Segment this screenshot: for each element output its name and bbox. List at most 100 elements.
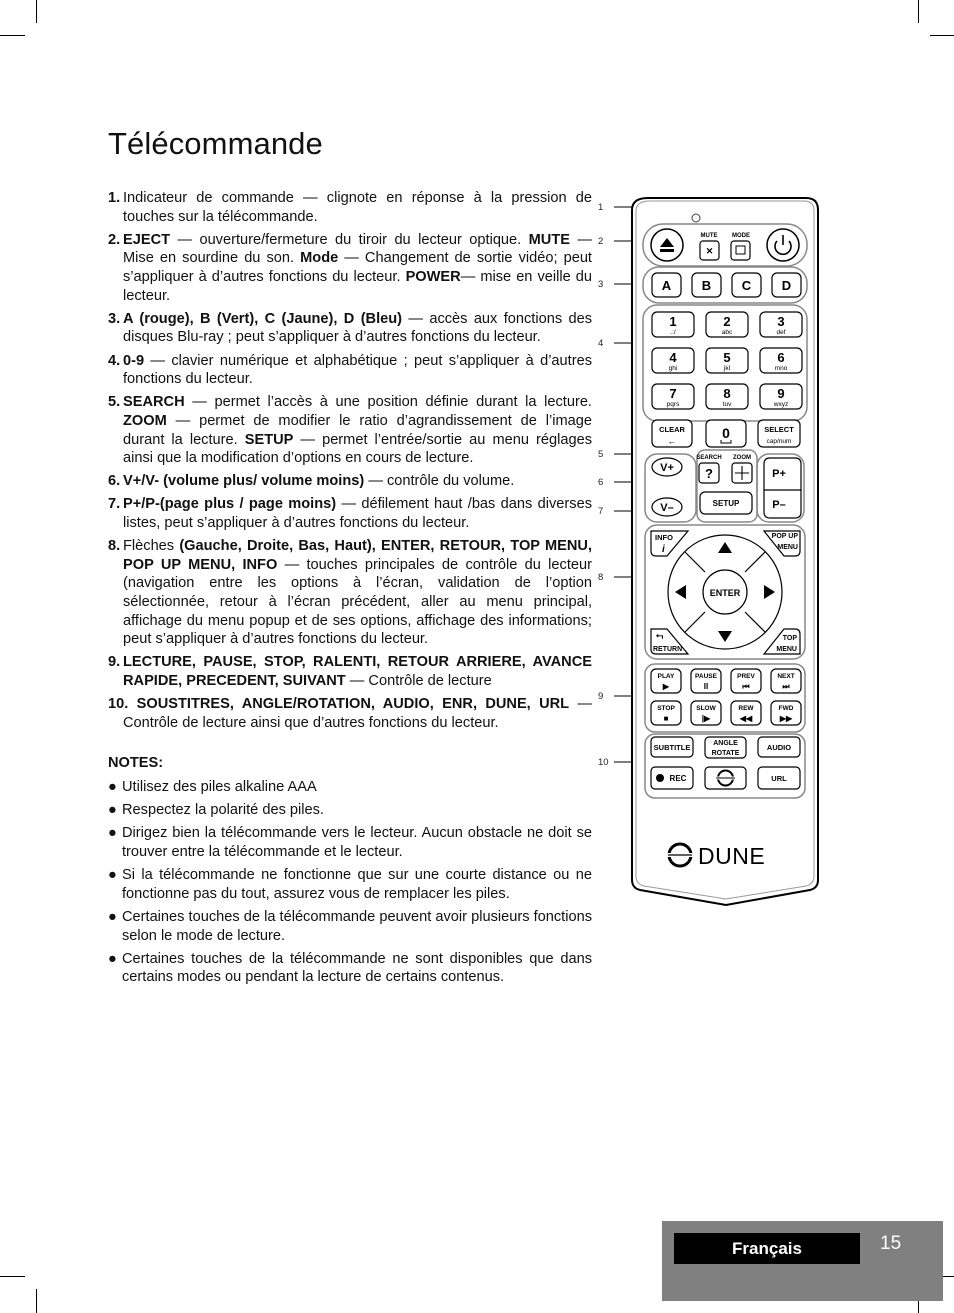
digit-7-button[interactable]: 7pqrs xyxy=(651,383,695,410)
callout-number: 3 xyxy=(598,279,603,290)
svg-text:REC: REC xyxy=(670,774,687,783)
fwd-button[interactable]: FWD ▶▶ xyxy=(770,700,802,726)
svg-text:3: 3 xyxy=(777,314,784,329)
svg-text:TOP: TOP xyxy=(783,635,798,642)
mute-button[interactable]: ✕ xyxy=(699,240,720,261)
svg-text:ghi: ghi xyxy=(669,365,678,372)
mode-button[interactable] xyxy=(730,240,751,261)
stop-button[interactable]: STOP ■ xyxy=(650,700,682,726)
enter-button[interactable]: ENTER xyxy=(702,569,748,615)
zoom-button[interactable] xyxy=(731,462,753,484)
svg-text:A: A xyxy=(662,278,672,293)
svg-text:PAUSE: PAUSE xyxy=(695,673,718,680)
next-button[interactable]: NEXT ⏭ xyxy=(770,668,802,694)
rec-button[interactable]: REC xyxy=(650,766,694,790)
setup-button[interactable]: SETUP xyxy=(699,491,753,515)
svg-text:wxyz: wxyz xyxy=(773,401,788,408)
play-icon: ▶ xyxy=(662,682,670,691)
svg-text:V–: V– xyxy=(660,502,673,514)
svg-text:def: def xyxy=(776,329,785,336)
svg-text:P–: P– xyxy=(772,499,785,511)
svg-text:i: i xyxy=(662,544,665,555)
eject-button[interactable] xyxy=(650,228,684,262)
callout-number: 8 xyxy=(598,572,603,583)
svg-text:PLAY: PLAY xyxy=(658,673,675,680)
svg-text:pqrs: pqrs xyxy=(667,401,680,408)
svg-text:D: D xyxy=(782,278,791,293)
slow-icon: |▶ xyxy=(702,714,711,723)
svg-text:INFO: INFO xyxy=(655,533,673,542)
svg-text:9: 9 xyxy=(777,386,784,401)
digit-5-button[interactable]: 5jkl xyxy=(705,347,749,374)
clear-button[interactable]: CLEAR ← xyxy=(651,419,693,448)
color-key-a-button[interactable]: A xyxy=(651,272,682,298)
svg-text:STOP: STOP xyxy=(657,705,675,712)
pause-button[interactable]: PAUSE II xyxy=(690,668,722,694)
page-number: 15 xyxy=(880,1233,902,1254)
callout-number: 6 xyxy=(598,477,603,488)
svg-text:CLEAR: CLEAR xyxy=(659,425,685,434)
prev-button[interactable]: PREV ⏮ xyxy=(730,668,762,694)
svg-text:B: B xyxy=(702,278,711,293)
svg-text:6: 6 xyxy=(777,350,784,365)
svg-text:2: 2 xyxy=(723,314,730,329)
digit-1-button[interactable]: 1.:/ xyxy=(651,311,695,338)
slow-button[interactable]: SLOW |▶ xyxy=(690,700,722,726)
callout-number: 4 xyxy=(598,338,603,349)
digit-6-button[interactable]: 6mno xyxy=(759,347,803,374)
svg-text:1: 1 xyxy=(669,314,676,329)
url-button[interactable]: URL xyxy=(757,766,801,790)
volume-up-button[interactable]: V+ xyxy=(651,457,683,477)
svg-text:ENTER: ENTER xyxy=(710,588,741,598)
language-label: Français xyxy=(674,1233,860,1264)
svg-text:5: 5 xyxy=(723,350,730,365)
digit-8-button[interactable]: 8tuv xyxy=(705,383,749,410)
subtitle-button[interactable]: SUBTITLE xyxy=(650,736,694,758)
digit-9-button[interactable]: 9wxyz xyxy=(759,383,803,410)
svg-text:V+: V+ xyxy=(660,462,674,474)
remote-illustration: 12345678910 MUTE ✕ MODE ABCD 1.:/2abc3de… xyxy=(598,197,819,907)
dune-button[interactable] xyxy=(704,766,747,790)
callout-number: 10 xyxy=(598,757,609,768)
svg-text:NEXT: NEXT xyxy=(777,673,794,680)
svg-text:MENU: MENU xyxy=(777,544,798,551)
callout-number: 5 xyxy=(598,449,603,460)
svg-text:P+: P+ xyxy=(772,468,786,480)
search-label: SEARCH xyxy=(696,455,721,461)
svg-text:DUNE: DUNE xyxy=(698,843,765,869)
svg-text:⮢: ⮢ xyxy=(656,630,664,640)
fwd-icon: ▶▶ xyxy=(779,714,793,723)
mute-label: MUTE xyxy=(701,233,718,239)
digit-2-button[interactable]: 2abc xyxy=(705,311,749,338)
svg-text:SUBTITLE: SUBTITLE xyxy=(654,743,691,752)
search-button[interactable]: ? xyxy=(698,462,720,484)
svg-text:✕: ✕ xyxy=(706,246,714,256)
svg-text:jkl: jkl xyxy=(723,365,731,372)
callout-number: 1 xyxy=(598,202,603,213)
audio-button[interactable]: AUDIO xyxy=(757,736,801,758)
callout-number: 9 xyxy=(598,691,603,702)
digit-3-button[interactable]: 3def xyxy=(759,311,803,338)
svg-text:abc: abc xyxy=(722,329,733,336)
svg-text:URL: URL xyxy=(771,774,787,783)
zero-button[interactable]: 0 xyxy=(705,419,747,448)
svg-text:.:/: .:/ xyxy=(670,329,676,336)
volume-down-button[interactable]: V– xyxy=(651,497,683,517)
select-button[interactable]: SELECT cap/num xyxy=(757,419,801,448)
svg-text:ROTATE: ROTATE xyxy=(712,750,740,757)
play-button[interactable]: PLAY ▶ xyxy=(650,668,682,694)
stop-icon: ■ xyxy=(664,714,669,723)
record-icon xyxy=(656,774,664,782)
color-key-b-button[interactable]: B xyxy=(691,272,722,298)
svg-text:C: C xyxy=(742,278,752,293)
angle-rotate-button[interactable]: ANGLE ROTATE xyxy=(704,736,747,759)
color-key-c-button[interactable]: C xyxy=(731,272,762,298)
power-button[interactable] xyxy=(766,228,800,262)
color-key-d-button[interactable]: D xyxy=(771,272,802,298)
svg-text:tuv: tuv xyxy=(723,401,732,408)
svg-text:FWD: FWD xyxy=(779,705,794,712)
svg-text:AUDIO: AUDIO xyxy=(767,743,791,752)
rew-button[interactable]: REW ◀◀ xyxy=(730,700,762,726)
digit-4-button[interactable]: 4ghi xyxy=(651,347,695,374)
svg-text:7: 7 xyxy=(669,386,676,401)
